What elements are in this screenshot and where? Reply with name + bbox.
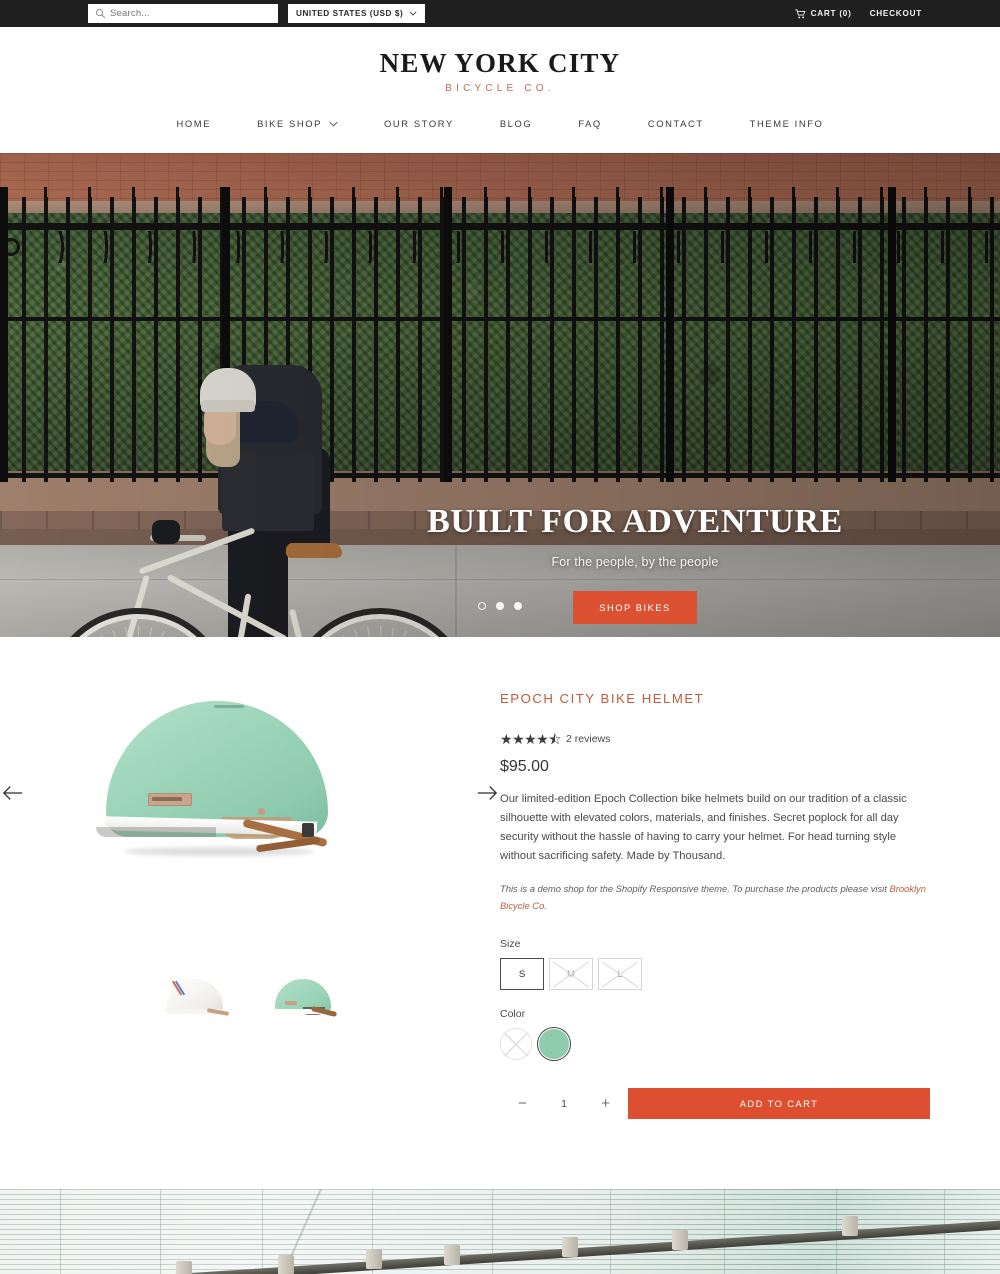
size-option-l[interactable]: L bbox=[598, 958, 642, 991]
nav-label: THEME INFO bbox=[749, 118, 824, 130]
star-full-3: ★ bbox=[524, 731, 537, 748]
hero-dot-3[interactable] bbox=[514, 602, 522, 611]
nav-item-contact[interactable]: CONTACT bbox=[625, 118, 727, 129]
hero-subtitle: For the people, by the people bbox=[551, 555, 719, 570]
size-option-m[interactable]: M bbox=[549, 958, 593, 991]
gallery-prev-arrow[interactable] bbox=[2, 783, 24, 803]
color-swatch-mint-green[interactable] bbox=[538, 1028, 570, 1061]
product-gallery bbox=[0, 679, 500, 1119]
purchase-row: − 1 + ADD TO CART bbox=[500, 1088, 930, 1120]
product-description: Our limited-edition Epoch Collection bik… bbox=[500, 793, 907, 863]
product-price: $95.00 bbox=[500, 758, 549, 776]
product-title: EPOCH CITY BIKE HELMET bbox=[500, 691, 705, 707]
nav-label: CONTACT bbox=[647, 118, 704, 130]
topbar-left-group: UNITED STATES (USD $) bbox=[88, 4, 426, 23]
quantity-increase-button[interactable]: + bbox=[601, 1096, 610, 1111]
product-thumbnail-white-helmet[interactable] bbox=[159, 967, 233, 1023]
utility-topbar: UNITED STATES (USD $) CART (0) CHECKOUT bbox=[0, 0, 1000, 27]
search-icon bbox=[95, 8, 106, 19]
arrow-right-icon bbox=[477, 786, 498, 801]
color-option-label: Color bbox=[500, 1008, 526, 1021]
product-main-image-stage bbox=[2, 695, 498, 905]
star-full-4: ★ bbox=[536, 731, 549, 748]
nav-label: FAQ bbox=[578, 118, 602, 130]
size-option-label: Size bbox=[500, 938, 521, 951]
currency-label: UNITED STATES (USD $) bbox=[296, 9, 404, 18]
nav-label: OUR STORY bbox=[384, 118, 454, 130]
quantity-stepper: − 1 + bbox=[500, 1096, 628, 1111]
star-half-5: ⯪ bbox=[548, 731, 562, 748]
star-full-2: ★ bbox=[512, 731, 525, 748]
nav-label: BLOG bbox=[499, 118, 533, 130]
gallery-next-arrow[interactable] bbox=[476, 783, 498, 803]
product-thumbnail-mint-green-helmet[interactable] bbox=[267, 967, 341, 1023]
topbar-right-group: CART (0) CHECKOUT bbox=[794, 8, 922, 19]
search-box[interactable] bbox=[88, 4, 278, 23]
nav-item-faq[interactable]: FAQ bbox=[555, 118, 625, 129]
rating-stars: ★ ★ ★ ★ ⯪ bbox=[500, 731, 562, 748]
nav-item-home[interactable]: HOME bbox=[154, 118, 235, 129]
add-to-cart-button[interactable]: ADD TO CART bbox=[628, 1088, 930, 1120]
cart-icon bbox=[794, 8, 806, 18]
hero-dot-2[interactable] bbox=[496, 602, 504, 611]
main-navigation: HOME BIKE SHOP OUR STORY BLOG FAQ CONTAC… bbox=[0, 100, 1000, 154]
cart-label: CART (0) bbox=[810, 9, 852, 18]
currency-selector[interactable]: UNITED STATES (USD $) bbox=[288, 4, 426, 23]
featured-product-section: EPOCH CITY BIKE HELMET ★ ★ ★ ★ ⯪ 2 revie… bbox=[0, 637, 1000, 1190]
cart-link[interactable]: CART (0) bbox=[794, 8, 852, 19]
hero-title: BUILT FOR ADVENTURE bbox=[427, 503, 843, 541]
size-option-s[interactable]: S bbox=[500, 958, 544, 991]
chevron-down-icon bbox=[329, 121, 338, 127]
quantity-value[interactable]: 1 bbox=[561, 1098, 567, 1110]
checkout-link[interactable]: CHECKOUT bbox=[870, 9, 922, 18]
logo-secondary-text: BICYCLE CO. bbox=[445, 83, 555, 95]
bottom-banner-image bbox=[0, 1189, 1000, 1274]
site-logo[interactable]: NEW YORK CITY BICYCLE CO. bbox=[0, 27, 1000, 101]
demo-shop-notice: This is a demo shop for the Shopify Resp… bbox=[500, 880, 930, 914]
hero-slider-dots bbox=[0, 602, 1000, 611]
nav-item-theme-info[interactable]: THEME INFO bbox=[727, 118, 847, 129]
color-option-group bbox=[500, 1028, 930, 1061]
demo-notice-text: This is a demo shop for the Shopify Resp… bbox=[500, 883, 890, 895]
product-main-image bbox=[96, 701, 328, 857]
nav-label: BIKE SHOP bbox=[257, 118, 323, 130]
reviews-count: 2 reviews bbox=[566, 733, 611, 746]
hero-dot-1[interactable] bbox=[478, 602, 486, 611]
arrow-left-icon bbox=[2, 786, 23, 801]
product-details: EPOCH CITY BIKE HELMET ★ ★ ★ ★ ⯪ 2 revie… bbox=[500, 679, 930, 1120]
product-rating[interactable]: ★ ★ ★ ★ ⯪ 2 reviews bbox=[500, 732, 930, 746]
hero-slider[interactable]: BUILT FOR ADVENTURE For the people, by t… bbox=[0, 153, 1000, 638]
nav-item-bike-shop[interactable]: BIKE SHOP bbox=[234, 118, 361, 129]
color-swatch-white[interactable] bbox=[500, 1028, 532, 1061]
quantity-decrease-button[interactable]: − bbox=[518, 1096, 527, 1111]
size-option-group: S M L bbox=[500, 958, 930, 991]
star-full-1: ★ bbox=[500, 731, 513, 748]
product-thumbnail-list bbox=[0, 967, 500, 1023]
nav-item-our-story[interactable]: OUR STORY bbox=[361, 118, 477, 129]
search-input[interactable] bbox=[110, 8, 260, 19]
nav-item-blog[interactable]: BLOG bbox=[477, 118, 555, 129]
logo-primary-text: NEW YORK CITY bbox=[379, 48, 621, 78]
nav-label: HOME bbox=[176, 118, 212, 130]
chevron-down-icon bbox=[409, 11, 417, 16]
checkout-label: CHECKOUT bbox=[869, 9, 922, 18]
page-root: UNITED STATES (USD $) CART (0) CHECKOUT bbox=[0, 0, 1000, 1274]
